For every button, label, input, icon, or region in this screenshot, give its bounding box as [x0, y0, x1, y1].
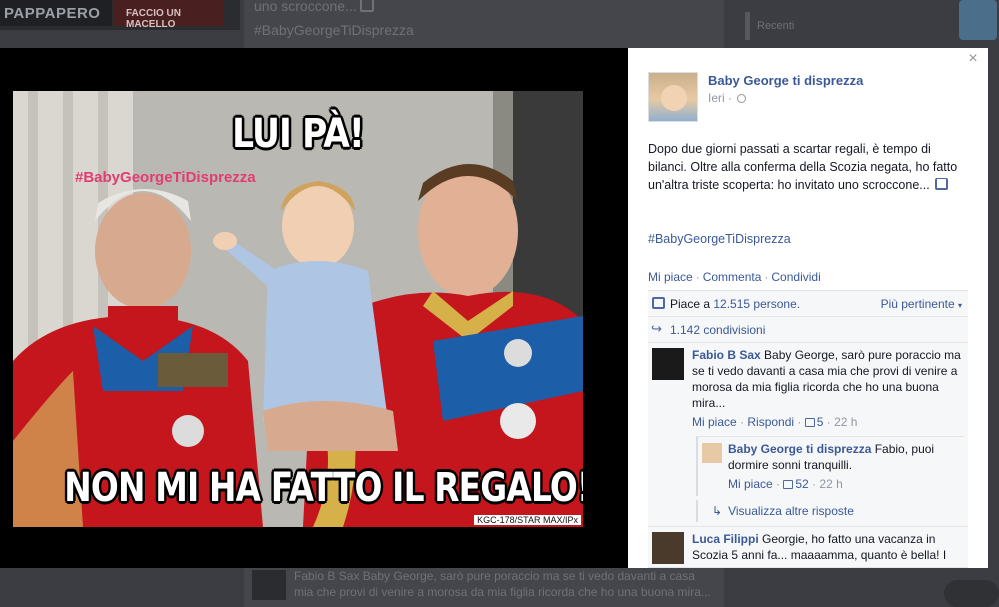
- shares-link[interactable]: 1.142 condivisioni: [670, 323, 765, 337]
- meme-photo[interactable]: LUI PÀ! #BabyGeorgeTiDisprezza NON MI HA…: [13, 91, 583, 527]
- bg-post: uno scroccone... #BabyGeorgeTiDisprezza: [244, 0, 724, 48]
- sort-dropdown[interactable]: Più pertinente ▾: [881, 291, 962, 319]
- engagement-box: Piace a 12.515 persone. Più pertinente ▾…: [648, 290, 968, 568]
- reply-text: Baby George ti disprezza Fabio, puoi dor…: [728, 441, 960, 473]
- bg-sidebar-bar: [745, 12, 750, 40]
- bg-post-line: uno scroccone...: [254, 0, 357, 14]
- bg-thumbnail: PAPPAPERO: [0, 0, 112, 26]
- meme-top-caption: LUI PÀ!: [232, 111, 365, 157]
- share-button[interactable]: Condividi: [771, 270, 820, 284]
- caret-down-icon: ▾: [957, 301, 962, 310]
- likes-count-link[interactable]: 12.515 persone.: [713, 297, 800, 311]
- timestamp-link[interactable]: Ieri: [708, 91, 725, 105]
- meme-bottom-caption: NON MI HA FATTO IL REGALO!: [64, 465, 583, 511]
- page-avatar[interactable]: [648, 72, 698, 122]
- bg-post-text: Fabio B Sax Baby George, sarò pure porac…: [294, 568, 714, 600]
- avatar[interactable]: [652, 348, 684, 380]
- bg-sidebar-label: Recenti: [757, 20, 795, 32]
- post-body: Dopo due giorni passati a scartar regali…: [648, 142, 958, 192]
- reply-likes-value: 52: [795, 477, 809, 491]
- chat-icon: [959, 0, 997, 40]
- bg-chat-bubble: [944, 580, 999, 607]
- photo-stage: LUI PÀ! #BabyGeorgeTiDisprezza NON MI HA…: [0, 48, 628, 568]
- bg-thumbnail-strip: PAPPAPERO FACCIO UN MACELLO: [0, 0, 240, 30]
- bg-thumbnail: FACCIO UN MACELLO: [114, 0, 224, 30]
- bg-post-line: #BabyGeorgeTiDisprezza: [254, 22, 414, 38]
- view-more-replies[interactable]: ↳ Visualizza altre risposte: [696, 500, 964, 522]
- comment-like-button[interactable]: Mi piace: [692, 415, 737, 429]
- likes-prefix: Piace a: [670, 297, 714, 311]
- comment-reply-button[interactable]: Rispondi: [747, 415, 794, 429]
- post-timestamp: Ieri ·: [708, 91, 747, 105]
- comment-likes-value: 5: [816, 415, 824, 429]
- bg-edge: [988, 48, 999, 568]
- thumbs-up-icon: [783, 480, 794, 489]
- dislike-icon: [360, 0, 374, 12]
- bg-post-bottom: Fabio B Sax Baby George, sarò pure porac…: [244, 568, 724, 607]
- likes-row: Piace a 12.515 persone. Più pertinente ▾: [648, 291, 968, 317]
- thumbs-up-icon: [804, 418, 815, 427]
- comment-reply: Baby George ti disprezza Fabio, puoi dor…: [696, 436, 964, 496]
- bg-post-author: Fabio B Sax: [294, 569, 360, 583]
- post-side-panel: × Baby George ti disprezza Ieri · Dopo d…: [628, 48, 988, 568]
- avatar-face: [661, 85, 687, 111]
- reply-time: 22 h: [819, 477, 843, 491]
- reply-arrow-icon: ↳: [712, 504, 723, 518]
- comment-author[interactable]: Fabio B Sax: [692, 348, 761, 362]
- comment-text: Fabio B Sax Baby George, sarò pure porac…: [692, 347, 964, 411]
- comment-time: 22 h: [834, 415, 858, 429]
- avatar: [252, 570, 286, 600]
- reply-meta: Mi piace · 52 · 22 h: [728, 477, 843, 491]
- globe-icon: [737, 94, 747, 103]
- photo-credit: KGC-178/STAR MAX/IPx: [474, 515, 581, 525]
- reply-likes-count[interactable]: 52: [783, 477, 809, 491]
- comment-meta: Mi piace · Rispondi · 5 · 22 h: [692, 415, 858, 429]
- avatar[interactable]: [652, 532, 684, 564]
- reply-author[interactable]: Baby George ti disprezza: [728, 442, 871, 456]
- thumbs-down-icon: [935, 178, 949, 190]
- comment-item: Luca Filippi Georgie, ho fatto una vacan…: [648, 527, 968, 568]
- reply-like-button[interactable]: Mi piace: [728, 477, 773, 491]
- comment-button[interactable]: Commenta: [703, 270, 762, 284]
- sort-label: Più pertinente: [880, 297, 955, 311]
- thumbs-up-icon: [652, 297, 665, 309]
- share-arrow-icon: ↪: [651, 321, 662, 336]
- comment-author[interactable]: Luca Filippi: [692, 532, 759, 546]
- post-hashtag[interactable]: #BabyGeorgeTiDisprezza: [648, 232, 791, 246]
- view-more-replies-label: Visualizza altre risposte: [728, 504, 854, 518]
- bg-sidebar: Recenti: [735, 0, 999, 48]
- comment-item: Fabio B Sax Baby George, sarò pure porac…: [648, 343, 968, 527]
- close-icon[interactable]: ×: [966, 51, 980, 67]
- post-text: Dopo due giorni passati a scartar regali…: [648, 140, 968, 194]
- meme-hashtag: #BabyGeorgeTiDisprezza: [75, 169, 256, 186]
- shares-row: ↪ 1.142 condivisioni: [648, 317, 968, 343]
- page-name-link[interactable]: Baby George ti disprezza: [708, 73, 863, 88]
- avatar[interactable]: [702, 443, 722, 463]
- like-button[interactable]: Mi piace: [648, 270, 693, 284]
- comment-likes-count[interactable]: 5: [804, 415, 824, 429]
- comment-text: Luca Filippi Georgie, ho fatto una vacan…: [692, 531, 964, 563]
- post-actions: Mi piace · Commenta · Condividi: [648, 270, 821, 284]
